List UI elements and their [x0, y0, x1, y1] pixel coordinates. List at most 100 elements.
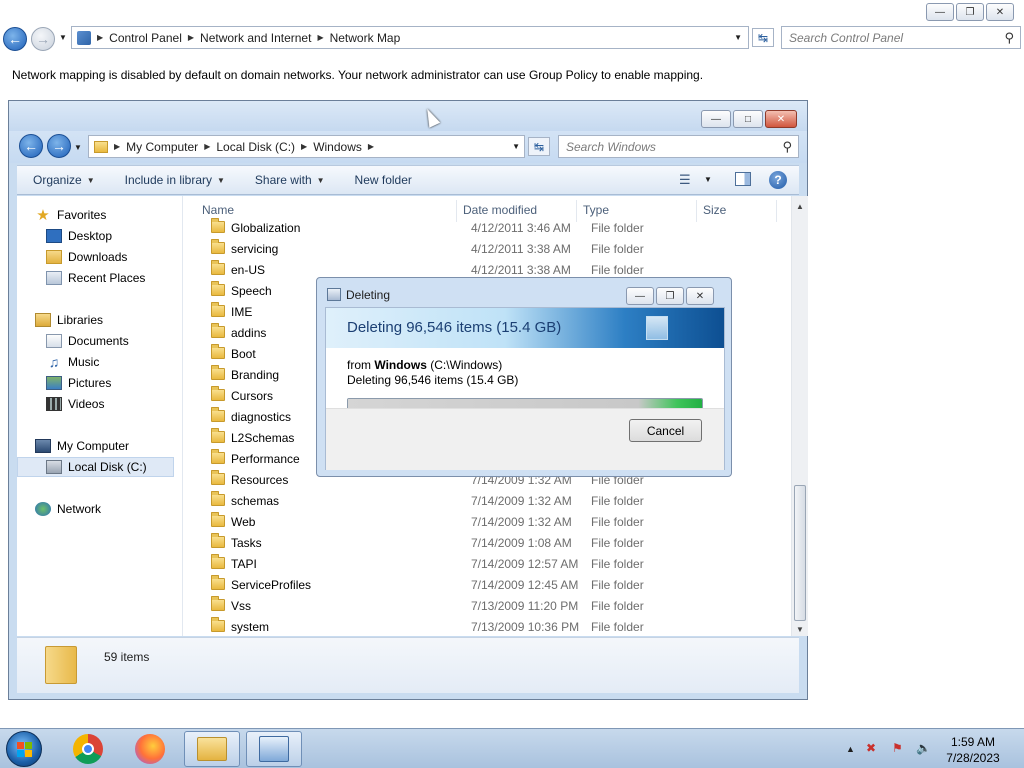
dialog-minimize-button[interactable]: — [626, 287, 654, 305]
table-row[interactable]: TAPI 7/14/2009 12:57 AM File folder [191, 554, 791, 575]
nav-local-disk[interactable]: Local Disk (C:) [46, 460, 147, 474]
explorer-back-button[interactable]: ← [19, 134, 43, 158]
explorer-close-button[interactable]: ✕ [765, 110, 797, 128]
clock-date: 7/28/2023 [946, 751, 1000, 765]
taskbar-control-panel[interactable] [246, 731, 302, 767]
hard-drive-icon [46, 460, 62, 474]
refresh-button[interactable]: ↹ [752, 28, 774, 47]
table-row[interactable]: Vss 7/13/2009 11:20 PM File folder [191, 596, 791, 617]
navigation-pane: ★ Favorites Desktop Downloads Recent Plac… [17, 196, 183, 636]
explorer-refresh-button[interactable]: ↹ [528, 137, 550, 156]
close-button[interactable]: ✕ [986, 3, 1014, 21]
dialog-restore-button[interactable]: ❐ [656, 287, 684, 305]
delete-operation-icon [327, 288, 341, 301]
tray-network-icon[interactable]: ✖ [866, 741, 876, 755]
nav-recent-places[interactable]: Recent Places [46, 271, 145, 285]
file-name: addins [231, 326, 267, 340]
table-row[interactable]: system 7/13/2009 10:36 PM File folder [191, 617, 791, 638]
address-dropdown-icon[interactable]: ▼ [734, 33, 742, 42]
breadcrumb-network-map[interactable]: Network Map [330, 31, 401, 45]
taskbar-firefox[interactable] [122, 731, 178, 767]
search-icon[interactable]: ⚲ [782, 139, 792, 155]
table-row[interactable]: schemas 7/14/2009 1:32 AM File folder [191, 491, 791, 512]
search-icon[interactable]: ⚲ [1004, 30, 1014, 46]
nav-favorites[interactable]: ★ Favorites [35, 207, 106, 224]
file-name: system [231, 620, 270, 634]
folder-icon [211, 533, 225, 548]
breadcrumb-windows[interactable]: Windows ▶ [313, 140, 380, 154]
scrollbar-thumb[interactable] [794, 485, 806, 621]
breadcrumb-control-panel[interactable]: Control Panel ▶ [109, 31, 200, 45]
explorer-minimize-button[interactable]: — [701, 110, 731, 128]
control-panel-search-input[interactable]: Search Control Panel ⚲ [781, 26, 1021, 49]
explorer-command-bar: Organize ▼ Include in library ▼ Share with… [17, 165, 799, 195]
help-icon[interactable]: ? [769, 171, 787, 189]
scroll-up-icon[interactable]: ▲ [796, 202, 804, 211]
tray-volume-icon[interactable]: 🔈 [916, 741, 931, 755]
include-in-library-menu[interactable]: Include in library ▼ [109, 173, 239, 187]
nav-documents[interactable]: Documents [46, 334, 129, 348]
minimize-button[interactable]: — [926, 3, 954, 21]
recycle-animation-icon [646, 316, 668, 340]
chevron-down-icon: ▼ [316, 175, 325, 185]
nav-downloads[interactable]: Downloads [46, 250, 127, 264]
start-button[interactable] [6, 731, 42, 767]
preview-pane-icon[interactable] [735, 172, 751, 186]
nav-music[interactable]: ♫ Music [46, 354, 100, 370]
explorer-history-dropdown-icon[interactable]: ▼ [74, 143, 82, 152]
show-hidden-icons[interactable]: ▲ [846, 741, 855, 755]
network-icon [35, 502, 51, 516]
forward-button[interactable]: → [31, 27, 55, 51]
column-header-size[interactable]: Size [703, 203, 726, 217]
explorer-search-input[interactable]: Search Windows ⚲ [558, 135, 799, 158]
nav-desktop[interactable]: Desktop [46, 229, 112, 243]
nav-videos[interactable]: Videos [46, 397, 104, 411]
table-row[interactable]: ServiceProfiles 7/14/2009 12:45 AM File fo… [191, 575, 791, 596]
table-row[interactable]: Globalization 4/12/2011 3:46 AM File folde… [191, 218, 791, 239]
explorer-address-dropdown-icon[interactable]: ▼ [512, 142, 520, 151]
nav-network[interactable]: Network [35, 502, 101, 516]
new-folder-button[interactable]: New folder [339, 173, 426, 187]
table-row[interactable]: Tasks 7/14/2009 1:08 AM File folder [191, 533, 791, 554]
dialog-close-button[interactable]: ✕ [686, 287, 714, 305]
folder-icon [211, 554, 225, 569]
history-dropdown-icon[interactable]: ▼ [59, 33, 67, 42]
breadcrumb-local-disk[interactable]: Local Disk (C:) ▶ [216, 140, 313, 154]
taskbar-clock[interactable]: 1:59 AM 7/28/2023 [938, 734, 1008, 766]
nav-libraries[interactable]: Libraries [35, 313, 103, 327]
taskbar-chrome[interactable] [60, 731, 116, 767]
file-name: Speech [231, 284, 272, 298]
column-header-name[interactable]: Name [202, 203, 234, 217]
breadcrumb-my-computer[interactable]: My Computer ▶ [126, 140, 216, 154]
column-header-type[interactable]: Type [583, 203, 609, 217]
scroll-down-icon[interactable]: ▼ [796, 625, 804, 634]
organize-label: Organize [33, 173, 82, 187]
file-name: L2Schemas [231, 431, 295, 445]
control-panel-navbar: ← → ▼ ▶ Control Panel ▶ Network and Inter… [0, 24, 1024, 56]
organize-menu[interactable]: Organize ▼ [17, 173, 109, 187]
taskbar-explorer[interactable] [184, 731, 240, 767]
file-list-scrollbar[interactable]: ▲ ▼ [791, 196, 808, 636]
view-options-icon[interactable]: ☰ [679, 172, 691, 188]
explorer-address-bar[interactable]: ▶ My Computer ▶ Local Disk (C:) ▶ Windows ▶… [88, 135, 525, 158]
explorer-forward-button[interactable]: → [47, 134, 71, 158]
view-dropdown-icon[interactable]: ▼ [704, 175, 712, 184]
restore-button[interactable]: ❐ [956, 3, 984, 21]
folder-icon [211, 281, 225, 296]
file-date: 7/13/2009 11:20 PM [471, 599, 579, 613]
back-button[interactable]: ← [3, 27, 27, 51]
arrow-right-icon: → [52, 138, 66, 154]
nav-my-computer[interactable]: My Computer [35, 439, 129, 453]
nav-pictures[interactable]: Pictures [46, 376, 111, 390]
column-header-date[interactable]: Date modified [463, 203, 537, 217]
table-row[interactable]: servicing 4/12/2011 3:38 AM File folder [191, 239, 791, 260]
table-row[interactable]: Web 7/14/2009 1:32 AM File folder [191, 512, 791, 533]
breadcrumb-separator-icon: ▶ [187, 33, 195, 42]
tray-action-center-icon[interactable]: ⚑ [892, 741, 903, 755]
explorer-maximize-button[interactable]: □ [733, 110, 763, 128]
file-date: 7/13/2009 10:36 PM [471, 620, 580, 634]
share-with-menu[interactable]: Share with ▼ [239, 173, 339, 187]
cancel-button[interactable]: Cancel [629, 419, 702, 442]
breadcrumb-network-and-internet[interactable]: Network and Internet ▶ [200, 31, 330, 45]
control-panel-address-bar[interactable]: ▶ Control Panel ▶ Network and Internet ▶ N… [71, 26, 749, 49]
